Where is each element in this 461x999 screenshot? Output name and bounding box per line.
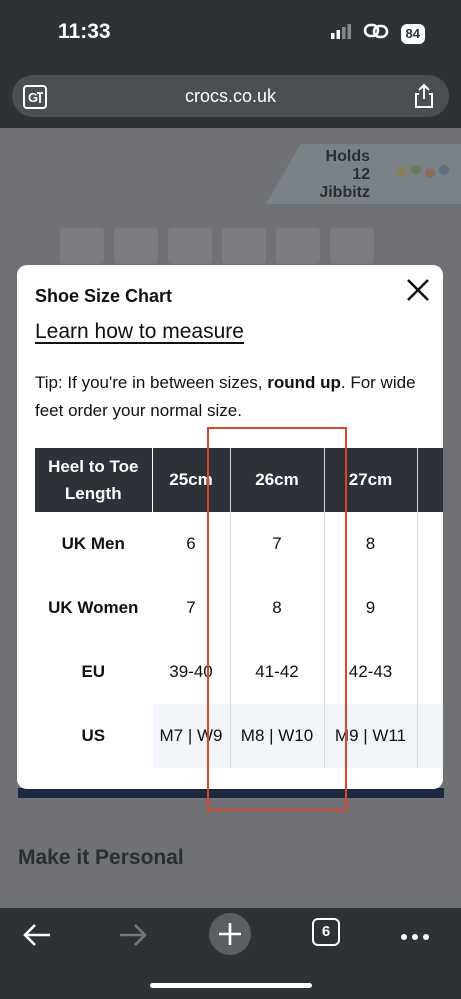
tip-bold: round up	[267, 373, 341, 392]
jibbitz-text: Holds 12 Jibbitz	[300, 148, 370, 202]
table-cell: 9	[324, 576, 418, 640]
url-bar[interactable]: G crocs.co.uk	[12, 75, 449, 117]
back-button[interactable]	[22, 922, 52, 953]
add-to-bag-bar	[18, 788, 444, 798]
table-row: EU 39-40 41-42 42-43	[35, 640, 443, 704]
signal-icon	[330, 23, 351, 44]
share-icon[interactable]	[413, 83, 435, 114]
link-icon	[363, 22, 389, 45]
table-cell: 7	[230, 512, 325, 576]
table-cell-overflow	[417, 512, 443, 576]
forward-button[interactable]	[118, 922, 148, 953]
column-header: 27cm	[324, 448, 418, 512]
row-label: UK Women	[35, 576, 153, 640]
table-cell: 41-42	[230, 640, 325, 704]
column-header: 25cm	[152, 448, 231, 512]
column-header: 26cm	[230, 448, 325, 512]
status-time: 11:33	[58, 20, 111, 43]
jibbitz-line-2: 12 Jibbitz	[319, 166, 370, 201]
thumbnail[interactable]	[168, 228, 212, 264]
jibbitz-charms-image	[397, 165, 449, 178]
thumbnail[interactable]	[330, 228, 374, 264]
back-arrow-icon[interactable]	[22, 922, 52, 948]
table-cell: 7	[152, 576, 231, 640]
table-cell: 42-43	[324, 640, 418, 704]
more-dots-icon[interactable]	[400, 933, 430, 941]
table-cell: 8	[324, 512, 418, 576]
table-row: UK Men 6 7 8	[35, 512, 443, 576]
forward-arrow-icon[interactable]	[118, 922, 148, 948]
status-bar: 11:33 84	[0, 0, 461, 70]
row-label: UK Men	[35, 512, 153, 576]
size-table: Heel to Toe Length 25cm 26cm 27cm UK Men…	[35, 448, 443, 768]
row-header-line-1: Heel to Toe	[48, 457, 139, 476]
thumbnail[interactable]	[276, 228, 320, 264]
size-table-scroll[interactable]: Heel to Toe Length 25cm 26cm 27cm UK Men…	[35, 448, 443, 772]
product-thumbnails	[60, 228, 374, 264]
modal-title: Shoe Size Chart	[35, 286, 173, 306]
home-indicator	[150, 983, 312, 988]
thumbnail[interactable]	[60, 228, 104, 264]
url-text[interactable]: crocs.co.uk	[12, 86, 449, 107]
table-cell: M8 | W10	[230, 704, 325, 768]
table-cell: M9 | W11	[324, 704, 418, 768]
tip-prefix: Tip: If you're in between sizes,	[35, 373, 268, 392]
table-row: US M7 | W9 M8 | W10 M9 | W11	[35, 704, 443, 768]
thumbnail[interactable]	[114, 228, 158, 264]
row-header-line-2: Length	[64, 484, 122, 503]
table-header-row: Heel to Toe Length 25cm 26cm 27cm	[35, 448, 443, 512]
thumbnail[interactable]	[222, 228, 266, 264]
battery-indicator: 84	[400, 23, 425, 44]
table-cell: 6	[152, 512, 231, 576]
table-cell-overflow	[417, 576, 443, 640]
tip-text: Tip: If you're in between sizes, round u…	[35, 369, 427, 425]
row-label: EU	[35, 640, 153, 704]
column-header-overflow	[417, 448, 443, 512]
size-chart-modal: Shoe Size Chart Learn how to measure Tip…	[17, 265, 443, 789]
section-title: Make it Personal	[18, 846, 184, 869]
jibbitz-line-1: Holds	[325, 148, 370, 165]
table-row: UK Women 7 8 9	[35, 576, 443, 640]
learn-how-to-measure-link[interactable]: Learn how to measure	[35, 320, 244, 344]
new-tab-button[interactable]	[208, 912, 252, 961]
plus-icon[interactable]	[208, 912, 252, 956]
table-cell: M7 | W9	[152, 704, 231, 768]
row-label: US	[35, 704, 153, 768]
table-cell: 8	[230, 576, 325, 640]
more-button[interactable]	[400, 928, 430, 946]
table-cell-overflow	[417, 704, 443, 768]
status-icons: 84	[330, 22, 425, 45]
tab-count-button[interactable]: 6	[312, 918, 340, 946]
row-header-cell: Heel to Toe Length	[35, 448, 153, 512]
close-button[interactable]	[405, 277, 431, 303]
table-cell-overflow	[417, 640, 443, 704]
close-icon[interactable]	[405, 277, 431, 303]
table-cell: 39-40	[152, 640, 231, 704]
